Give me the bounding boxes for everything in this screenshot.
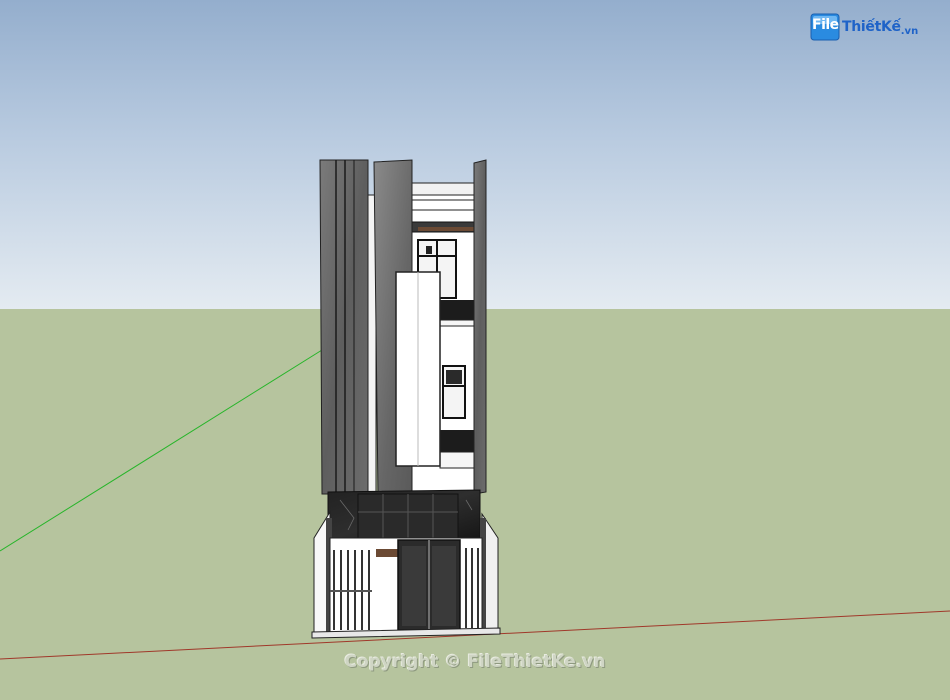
right-concrete-fin — [473, 159, 487, 495]
third-floor-balcony-rail — [440, 300, 478, 322]
roof-wood-strip — [418, 227, 478, 231]
roof-slab — [411, 199, 477, 211]
house-model[interactable] — [311, 159, 501, 639]
second-floor-balcony-rail — [440, 430, 478, 452]
green-axis-line — [0, 349, 323, 552]
logo-file-icon: File — [810, 13, 840, 41]
left-concrete-fin — [319, 159, 369, 495]
logo-file-text: File — [812, 17, 839, 33]
copyright-watermark: Copyright © FileThietKe.vn — [344, 652, 606, 672]
logo-brand-text: ThiếtKế — [842, 19, 901, 35]
sketchup-viewport[interactable] — [0, 0, 950, 700]
filethietke-logo: File ThiếtKế .vn — [810, 10, 918, 44]
logo-tld-text: .vn — [900, 25, 919, 37]
house-number-plaque — [376, 549, 398, 557]
roof-parapet — [411, 182, 477, 196]
